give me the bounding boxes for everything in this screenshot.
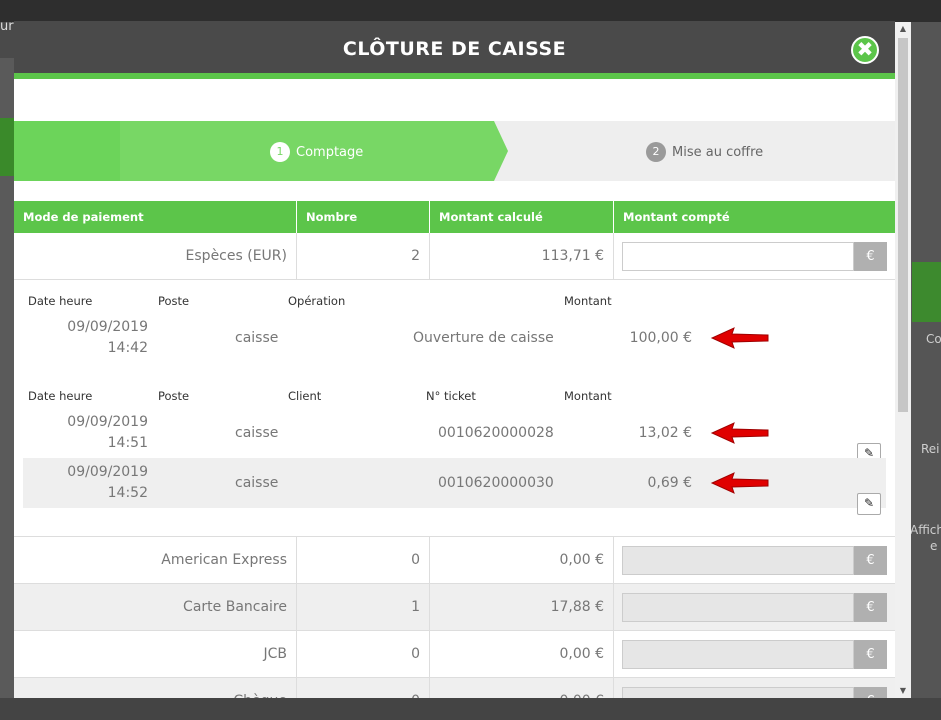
montant-calcule: 17,88 € bbox=[430, 584, 614, 631]
tickets-header-ticket: N° ticket bbox=[426, 389, 476, 403]
app-bottom-bar bbox=[0, 698, 941, 720]
op-time: 14:42 bbox=[107, 340, 148, 356]
ticket-date: 09/09/2019 bbox=[67, 464, 148, 480]
tickets-header-date: Date heure bbox=[28, 389, 93, 403]
step-label: Comptage bbox=[296, 144, 364, 160]
scroll-up-icon[interactable]: ▲ bbox=[895, 22, 911, 36]
currency-addon: € bbox=[854, 593, 887, 622]
header-montant-compte: Montant compté bbox=[623, 210, 730, 224]
wizard-steps: 1 Comptage 2 Mise au coffre bbox=[14, 121, 895, 181]
currency-addon: € bbox=[854, 640, 887, 669]
montant-compte-cell: € bbox=[614, 233, 895, 280]
montant-calcule: 0,00 € bbox=[430, 631, 614, 678]
modal-header: CLÔTURE DE CAISSE ✖ bbox=[14, 21, 895, 79]
op-date: 09/09/2019 bbox=[67, 319, 148, 335]
step-arrow bbox=[494, 121, 508, 181]
montant-compte-input bbox=[622, 687, 854, 698]
ticket-time: 14:51 bbox=[107, 435, 148, 451]
op-operation: Ouverture de caisse bbox=[413, 330, 554, 346]
table-row[interactable]: Chèque 0 0,00 € € bbox=[14, 678, 895, 698]
nombre: 0 bbox=[297, 678, 430, 698]
app-right-label-rei: Rei bbox=[921, 442, 940, 456]
montant-compte-input bbox=[622, 546, 854, 575]
close-icon[interactable]: ✖ bbox=[851, 36, 879, 64]
header-montant-calcule: Montant calculé bbox=[430, 201, 614, 233]
step-mise-au-coffre[interactable]: 2 Mise au coffre bbox=[646, 142, 763, 162]
step-number: 2 bbox=[646, 142, 666, 162]
nombre: 1 bbox=[297, 584, 430, 631]
header-mode-paiement: Mode de paiement bbox=[14, 201, 297, 233]
tickets-header-poste: Poste bbox=[158, 389, 190, 403]
header-nombre: Nombre bbox=[297, 201, 430, 233]
nombre: 2 bbox=[297, 233, 430, 280]
cloture-modal: CLÔTURE DE CAISSE ✖ 1 Comptage 2 Mise au… bbox=[14, 21, 895, 698]
table-row[interactable]: Carte Bancaire 1 17,88 € € bbox=[14, 584, 895, 631]
ticket-number: 0010620000028 bbox=[438, 425, 554, 441]
currency-addon: € bbox=[854, 687, 887, 698]
app-right-label-co: Co bbox=[926, 332, 941, 346]
step-left-cap bbox=[14, 121, 120, 181]
montant-compte-input bbox=[622, 593, 854, 622]
table-row[interactable]: Espèces (EUR) 2 113,71 € € bbox=[14, 233, 895, 280]
montant-calcule: 0,00 € bbox=[430, 678, 614, 698]
modal-title: CLÔTURE DE CAISSE bbox=[342, 38, 567, 60]
scroll-down-icon[interactable]: ▼ bbox=[895, 684, 911, 698]
ticket-poste: caisse bbox=[235, 475, 279, 491]
ticket-time: 14:52 bbox=[107, 485, 148, 501]
table-row[interactable]: American Express 0 0,00 € € bbox=[14, 537, 895, 584]
montant-compte-input[interactable] bbox=[622, 242, 854, 271]
currency-addon: € bbox=[854, 546, 887, 575]
ticket-montant: 0,69 € bbox=[647, 475, 692, 491]
payment-table-header: Mode de paiement Nombre Montant calculé … bbox=[14, 201, 895, 233]
edit-ticket-button[interactable]: ✎ bbox=[857, 493, 881, 515]
currency-addon: € bbox=[854, 242, 887, 271]
app-left-green-tile bbox=[0, 118, 14, 176]
red-arrow-icon bbox=[710, 327, 769, 349]
montant-compte-cell: € bbox=[614, 584, 895, 631]
ticket-number: 0010620000030 bbox=[438, 475, 554, 491]
montant-compte-cell: € bbox=[614, 631, 895, 678]
montant-calcule: 113,71 € bbox=[430, 233, 614, 280]
montant-compte-cell: € bbox=[614, 537, 895, 584]
montant-compte-input bbox=[622, 640, 854, 669]
mode-paiement: Carte Bancaire bbox=[14, 584, 297, 631]
ops-header-date: Date heure bbox=[28, 294, 93, 308]
step-number: 1 bbox=[270, 142, 290, 162]
modal-scrollbar[interactable]: ▲ ▼ bbox=[895, 22, 911, 698]
montant-calcule: 0,00 € bbox=[430, 537, 614, 584]
ops-header-operation: Opération bbox=[288, 294, 346, 308]
ops-header-montant: Montant bbox=[564, 294, 612, 308]
mode-paiement: American Express bbox=[14, 537, 297, 584]
scrollbar-thumb[interactable] bbox=[898, 38, 908, 412]
app-menu-fragment: ur bbox=[0, 19, 14, 34]
red-arrow-icon bbox=[710, 472, 769, 494]
nombre: 0 bbox=[297, 537, 430, 584]
ticket-montant: 13,02 € bbox=[638, 425, 692, 441]
mode-paiement: Chèque bbox=[14, 678, 297, 698]
app-right-label-affich: Affich bbox=[910, 523, 941, 537]
tickets-header-client: Client bbox=[288, 389, 322, 403]
op-montant: 100,00 € bbox=[629, 330, 692, 346]
tickets-header-montant: Montant bbox=[564, 389, 612, 403]
ticket-poste: caisse bbox=[235, 425, 279, 441]
nombre: 0 bbox=[297, 631, 430, 678]
table-row[interactable]: JCB 0 0,00 € € bbox=[14, 631, 895, 678]
red-arrow-icon bbox=[710, 422, 769, 444]
montant-compte-cell: € bbox=[614, 678, 895, 698]
mode-paiement: JCB bbox=[14, 631, 297, 678]
step-label: Mise au coffre bbox=[672, 144, 764, 160]
ops-header-poste: Poste bbox=[158, 294, 190, 308]
step-comptage[interactable]: 1 Comptage bbox=[270, 142, 363, 162]
app-right-label-e: e bbox=[930, 539, 938, 553]
mode-paiement: Espèces (EUR) bbox=[14, 233, 297, 280]
app-top-bar bbox=[0, 0, 941, 22]
app-right-green-tile bbox=[912, 262, 941, 322]
especes-detail: Date heure Poste Opération Montant 09/09… bbox=[14, 280, 895, 537]
op-poste: caisse bbox=[235, 330, 279, 346]
ticket-date: 09/09/2019 bbox=[67, 414, 148, 430]
